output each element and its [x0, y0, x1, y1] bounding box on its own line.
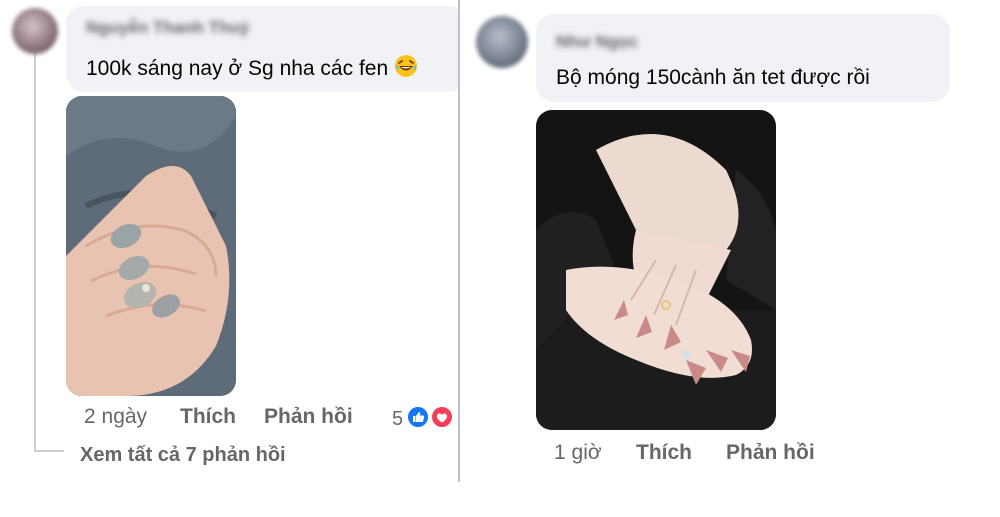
left-nail-photo[interactable]: [66, 96, 236, 396]
left-comment-panel: Nguyễn Thanh Thuý 100k sáng nay ở Sg nha…: [0, 0, 458, 482]
column-divider: [458, 0, 460, 482]
comment-time[interactable]: 1 giờ: [554, 441, 602, 465]
comment-bubble: Như Ngọc Bộ móng 150cành ăn tet được rồi: [536, 14, 950, 102]
comment-author[interactable]: Nguyễn Thanh Thuý: [86, 18, 249, 38]
view-all-replies-link[interactable]: Xem tất cả 7 phản hồi: [80, 444, 286, 467]
thread-connector: [34, 450, 64, 452]
like-button[interactable]: Thích: [636, 441, 692, 465]
right-nail-photo[interactable]: [536, 110, 776, 430]
avatar[interactable]: [476, 16, 528, 68]
comment-text: 100k sáng nay ở Sg nha các fen: [86, 54, 418, 84]
comment-bubble: Nguyễn Thanh Thuý 100k sáng nay ở Sg nha…: [66, 6, 458, 92]
love-reaction-icon: [431, 406, 454, 433]
like-button[interactable]: Thích: [180, 405, 236, 429]
reaction-summary[interactable]: 5: [392, 406, 454, 433]
right-comment-panel: Như Ngọc Bộ móng 150cành ăn tet được rồi…: [462, 0, 1000, 482]
thread-line: [34, 52, 36, 452]
like-reaction-icon: [407, 406, 430, 433]
page-background: [0, 482, 1000, 517]
reply-button[interactable]: Phản hồi: [264, 405, 353, 429]
comment-author[interactable]: Như Ngọc: [556, 32, 638, 52]
laughing-tears-emoji: [394, 54, 418, 84]
reaction-count: 5: [392, 408, 404, 430]
comment-text: Bộ móng 150cành ăn tet được rồi: [556, 66, 870, 89]
avatar[interactable]: [12, 8, 58, 54]
comment-time[interactable]: 2 ngày: [84, 405, 147, 429]
comment-text-content: 100k sáng nay ở Sg nha các fen: [86, 57, 389, 80]
reply-button[interactable]: Phản hồi: [726, 441, 815, 465]
